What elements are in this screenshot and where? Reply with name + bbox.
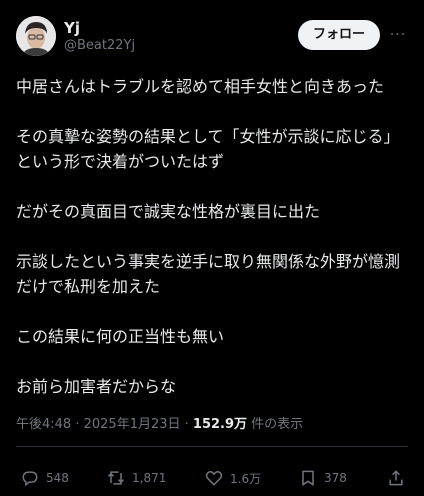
bookmark-count: 378 xyxy=(324,471,347,485)
author-display-name[interactable]: Yj xyxy=(64,19,135,37)
reply-button[interactable]: 548 xyxy=(20,466,69,490)
avatar[interactable] xyxy=(16,16,56,56)
follow-button[interactable]: フォロー xyxy=(297,20,380,50)
bookmark-button[interactable]: 378 xyxy=(298,466,347,490)
reply-icon xyxy=(22,471,38,487)
avatar-image xyxy=(16,16,56,56)
tweet-card: Yj @Beat22Yj フォロー ··· 中居さんはトラブルを認めて相手女性と… xyxy=(0,0,424,496)
action-bar: 548 1,871 1.6万 378 xyxy=(20,466,408,490)
like-icon xyxy=(205,471,223,486)
share-button[interactable] xyxy=(386,466,406,490)
bookmark-icon xyxy=(302,470,314,487)
tweet-paragraph: 示談したという事実を逆手に取り無関係な外野が憶測だけで私刑を加えた xyxy=(16,252,401,296)
tweet-date[interactable]: 2025年1月23日 xyxy=(84,417,181,432)
tweet-paragraph: その真摯な姿勢の結果として「女性が示談に応じる」という形で決着がついたはず xyxy=(16,127,400,171)
like-count: 1.6万 xyxy=(230,471,262,486)
tweet-time[interactable]: 午後4:48 xyxy=(16,417,71,432)
retweet-button[interactable]: 1,871 xyxy=(106,466,166,490)
author-names: Yj @Beat22Yj xyxy=(64,19,135,55)
tweet-header: Yj @Beat22Yj フォロー ··· xyxy=(16,16,408,60)
tweet-paragraph: この結果に何の正当性も無い xyxy=(16,327,225,346)
divider xyxy=(16,446,408,447)
retweet-count: 1,871 xyxy=(132,471,167,485)
like-button[interactable]: 1.6万 xyxy=(204,466,261,490)
tweet-paragraph: 中居さんはトラブルを認めて相手女性と向きあった xyxy=(16,77,385,96)
meta-separator: · xyxy=(180,417,193,432)
tweet-meta: 午後4:48 · 2025年1月23日 · 152.9万 件の表示 xyxy=(16,416,303,434)
tweet-paragraph: お前ら加害者だからな xyxy=(16,377,177,396)
author-handle[interactable]: @Beat22Yj xyxy=(64,37,135,55)
reply-count: 548 xyxy=(46,471,69,485)
tweet-text: 中居さんはトラブルを認めて相手女性と向きあった その真摯な姿勢の結果として「女性… xyxy=(16,74,410,424)
share-icon xyxy=(389,470,403,486)
views-count: 152.9万 xyxy=(192,417,248,432)
meta-separator: · xyxy=(71,417,84,432)
retweet-icon xyxy=(107,471,125,485)
more-options-button[interactable]: ··· xyxy=(388,20,408,50)
tweet-paragraph: だがその真面目で誠実な性格が裏目に出た xyxy=(16,202,321,221)
views-label: 件の表示 xyxy=(247,417,304,432)
